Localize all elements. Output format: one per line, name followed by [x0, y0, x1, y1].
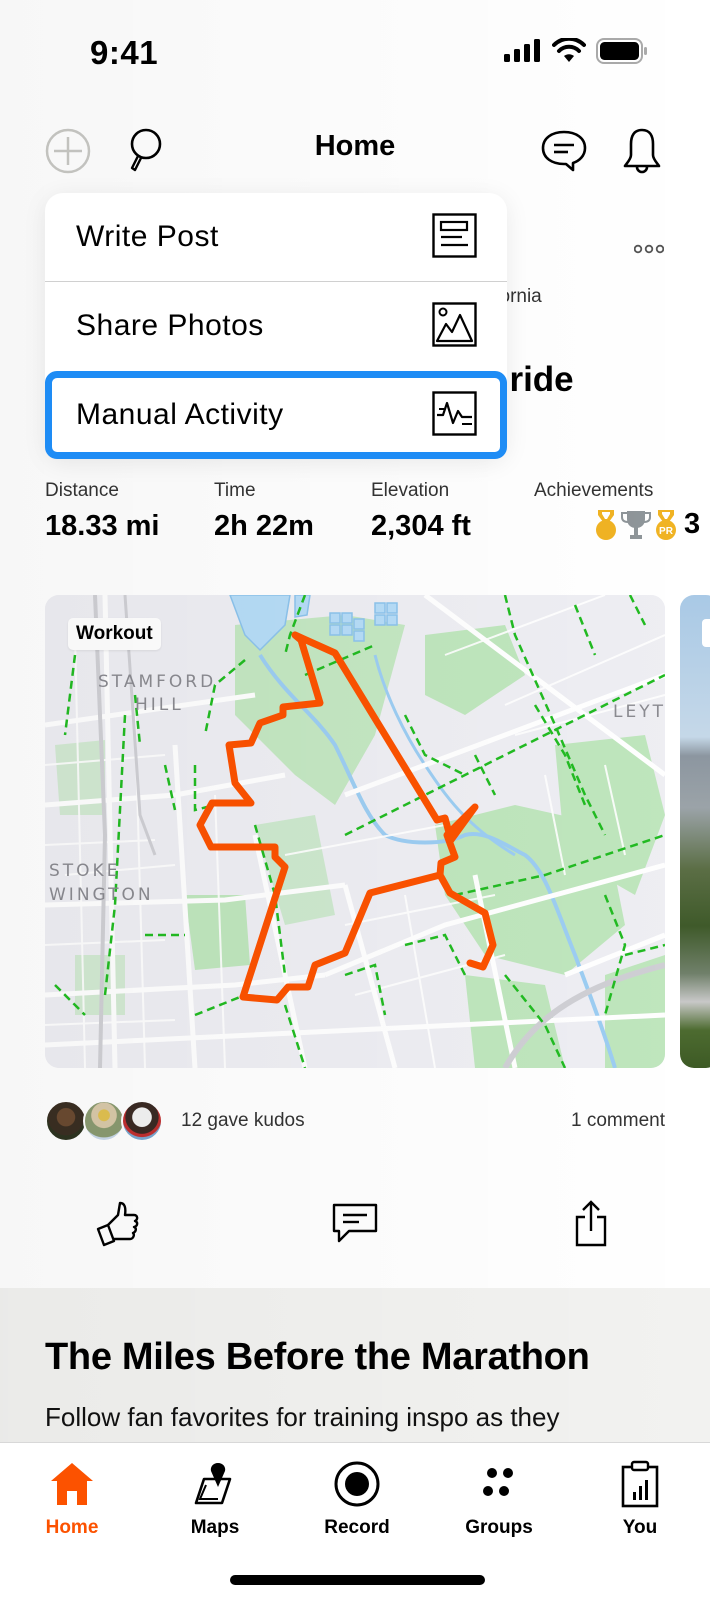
tab-maps[interactable]: Maps [165, 1459, 265, 1539]
menu-item-label: Manual Activity [76, 398, 284, 431]
tab-label: You [622, 1517, 658, 1538]
tab-you[interactable]: You [590, 1459, 690, 1539]
menu-item-label: Write Post [76, 220, 219, 253]
kudos-row[interactable]: 12 gave kudos 1 comment [45, 1100, 665, 1144]
cellular-signal-icon [504, 39, 540, 62]
svg-text:PR: PR [659, 526, 674, 537]
tab-groups[interactable]: Groups [449, 1459, 549, 1539]
messages-icon [541, 130, 587, 172]
record-icon [334, 1461, 380, 1507]
svg-text:STAMFORD: STAMFORD [98, 672, 216, 692]
battery-icon [596, 38, 647, 64]
status-icons [504, 38, 648, 64]
tab-label: Groups [465, 1517, 533, 1538]
stat-distance: Distance 18.33 mi [45, 480, 159, 543]
page-title: Home [314, 130, 396, 162]
avatar [45, 1100, 87, 1142]
map-canvas: STAMFORD HILL STOKE WINGTON LEYTO [45, 595, 665, 1068]
comment-count[interactable]: 1 comment [571, 1110, 665, 1132]
messages-button[interactable] [540, 127, 588, 175]
comment-button[interactable] [327, 1195, 383, 1251]
tab-label: Home [45, 1517, 99, 1538]
activity-photo-thumbnail[interactable] [680, 595, 710, 1068]
promo-card[interactable]: The Miles Before the Marathon Follow fan… [0, 1288, 710, 1448]
avatar [83, 1100, 125, 1142]
menu-item-manual-activity[interactable]: Manual Activity [45, 371, 507, 459]
more-options-icon[interactable] [634, 244, 664, 254]
stat-label: Time [214, 480, 256, 501]
achievement-count: 3 [684, 508, 701, 540]
menu-item-label: Share Photos [76, 308, 264, 342]
activity-graph-icon [432, 391, 477, 436]
status-bar: 9:41 [0, 0, 710, 100]
create-menu: Write Post Share Photos Manual Activity [45, 193, 507, 459]
stat-value: 18.33 mi [45, 510, 160, 542]
share-button[interactable] [563, 1195, 619, 1251]
tab-label: Maps [190, 1517, 240, 1538]
promo-text: Follow fan favorites for training inspo … [45, 1402, 560, 1432]
svg-text:STOKE: STOKE [49, 861, 120, 881]
stat-elevation: Elevation 2,304 ft [371, 480, 471, 543]
home-icon [51, 1463, 93, 1505]
kudos-count[interactable]: 12 gave kudos [181, 1110, 305, 1132]
stat-value: 2h 22m [214, 510, 314, 542]
svg-text:HILL: HILL [135, 695, 184, 715]
workout-badge: Workout [68, 618, 161, 650]
trophy-icon [621, 510, 651, 539]
post-icon [432, 213, 477, 258]
status-time: 9:41 [90, 34, 159, 71]
maps-icon [194, 1463, 232, 1505]
stat-achievements: Achievements PR 3 [534, 480, 700, 541]
svg-text:WINGTON: WINGTON [49, 885, 154, 905]
wifi-icon [552, 38, 586, 62]
pr-medal-icon: PR [656, 509, 676, 540]
kudos-button[interactable] [90, 1195, 146, 1251]
profile-stats-icon [621, 1460, 659, 1508]
thumbs-up-icon [96, 1201, 139, 1247]
tab-home[interactable]: Home [22, 1459, 122, 1539]
menu-item-share-photos[interactable]: Share Photos [45, 281, 507, 369]
notifications-bell-icon [623, 128, 661, 174]
stat-label: Distance [45, 480, 119, 501]
tab-record[interactable]: Record [307, 1459, 407, 1539]
activity-actions [0, 1195, 710, 1255]
avatar [121, 1100, 163, 1142]
share-icon [575, 1200, 607, 1247]
gold-medal-icon [596, 509, 616, 540]
menu-item-write-post[interactable]: Write Post [45, 193, 507, 281]
photo-icon [432, 302, 477, 347]
home-indicator[interactable] [230, 1575, 485, 1585]
stat-label: Achievements [534, 480, 654, 501]
promo-title: The Miles Before the Marathon [45, 1336, 590, 1378]
stat-time: Time 2h 22m [214, 480, 314, 543]
notifications-button[interactable] [618, 127, 666, 175]
comment-icon [332, 1203, 378, 1243]
stat-label: Elevation [371, 480, 450, 501]
tab-label: Record [324, 1517, 390, 1538]
svg-text:LEYTO: LEYTO [613, 702, 665, 722]
groups-icon [483, 1468, 513, 1496]
stat-value: 2,304 ft [371, 510, 471, 542]
activity-map[interactable]: STAMFORD HILL STOKE WINGTON LEYTO Workou… [45, 595, 665, 1068]
activity-stats: Distance 18.33 mi Time 2h 22m Elevation … [45, 480, 700, 550]
header: Home [0, 110, 710, 190]
